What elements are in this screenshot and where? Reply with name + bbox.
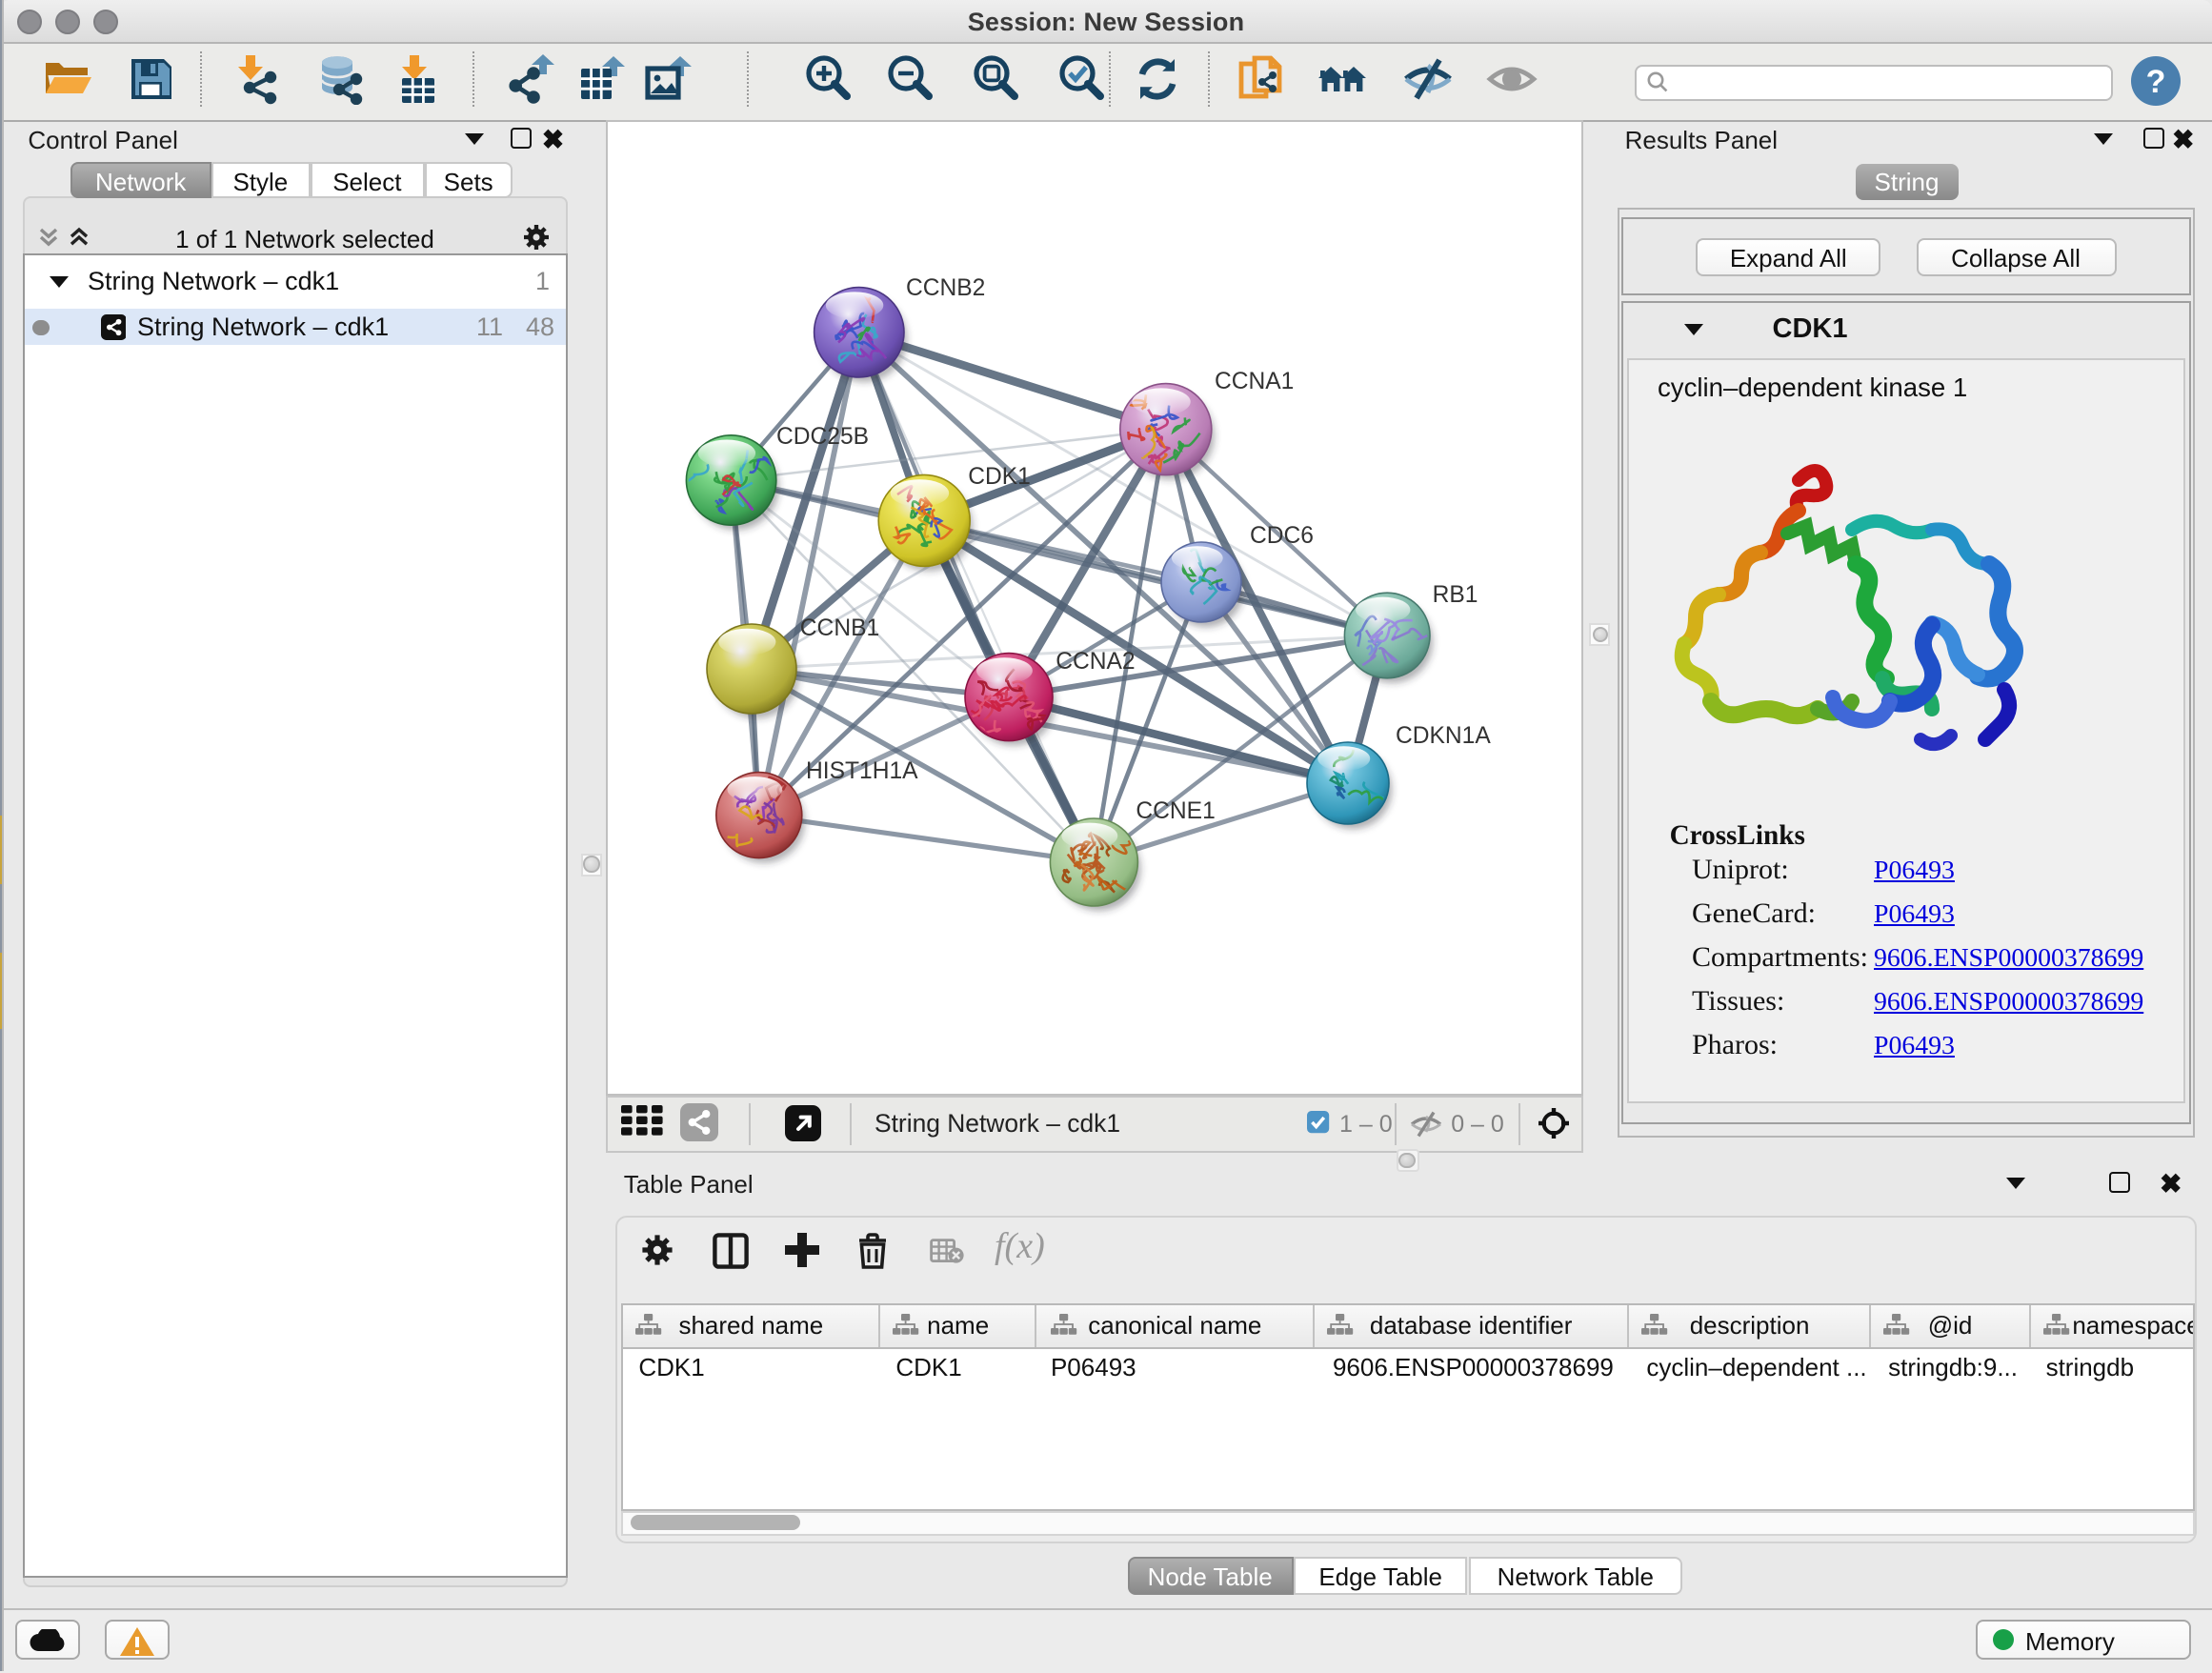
svg-text:CDC6: CDC6 (1249, 523, 1313, 549)
svg-text:?: ? (2146, 64, 2166, 100)
svg-text:HIST1H1A: HIST1H1A (805, 758, 917, 784)
svg-text:CCNE1: CCNE1 (1135, 798, 1214, 824)
svg-text:CDK1: CDK1 (967, 464, 1030, 490)
svg-text:CDKN1A: CDKN1A (1395, 723, 1490, 749)
svg-text:CCNB1: CCNB1 (799, 615, 878, 641)
svg-text:CCNA1: CCNA1 (1214, 369, 1293, 394)
svg-text:CCNA2: CCNA2 (1055, 649, 1134, 675)
svg-text:CCNB2: CCNB2 (905, 275, 984, 301)
svg-text:RB1: RB1 (1432, 582, 1478, 608)
svg-text:CDC25B: CDC25B (775, 424, 868, 450)
